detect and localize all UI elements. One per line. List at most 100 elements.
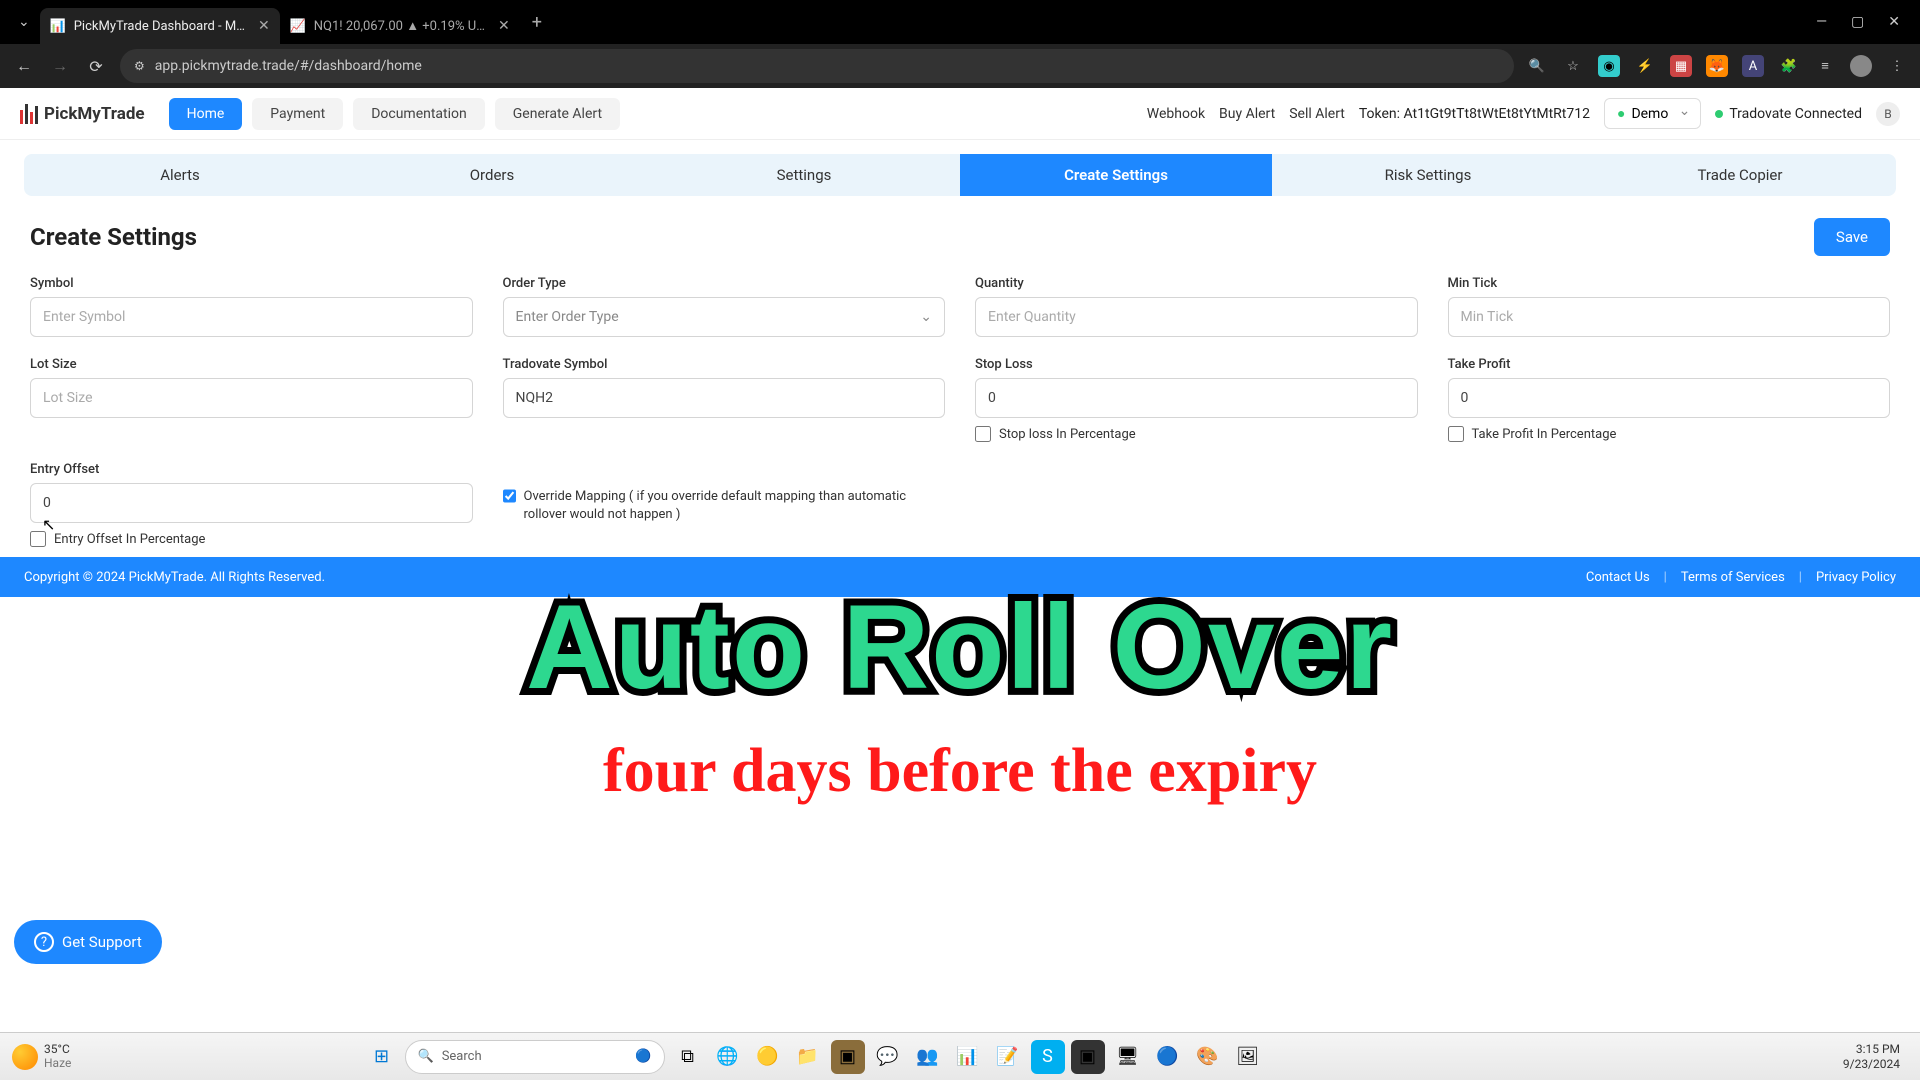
- take-profit-percent-checkbox[interactable]: [1448, 426, 1464, 442]
- app-icon[interactable]: 👥: [911, 1040, 945, 1074]
- app-icon[interactable]: 🌐: [711, 1040, 745, 1074]
- connection-status: Tradovate Connected: [1715, 106, 1862, 122]
- buy-alert-link[interactable]: Buy Alert: [1219, 106, 1275, 122]
- entry-offset-percent-label: Entry Offset In Percentage: [54, 532, 205, 547]
- tradovate-symbol-input[interactable]: [503, 378, 946, 418]
- extension-icon[interactable]: A: [1742, 55, 1764, 77]
- app-icon[interactable]: 🟡: [751, 1040, 785, 1074]
- order-type-select[interactable]: Enter Order Type ⌄: [503, 297, 946, 337]
- label-min-tick: Min Tick: [1448, 276, 1891, 291]
- app-icon[interactable]: 🔵: [1151, 1040, 1185, 1074]
- app-icon[interactable]: ▣: [1071, 1040, 1105, 1074]
- app-icon[interactable]: 🖼: [1231, 1040, 1265, 1074]
- reading-list-icon[interactable]: ≡: [1814, 55, 1836, 77]
- override-mapping-checkbox[interactable]: [503, 488, 516, 504]
- maximize-icon[interactable]: ▢: [1851, 14, 1864, 30]
- stop-loss-input[interactable]: [975, 378, 1418, 418]
- weather-widget[interactable]: 35°C Haze: [12, 1043, 71, 1069]
- entry-offset-percent-checkbox[interactable]: [30, 531, 46, 547]
- site-info-icon[interactable]: ⚙: [134, 59, 145, 73]
- sell-alert-link[interactable]: Sell Alert: [1289, 106, 1345, 122]
- back-icon[interactable]: ←: [12, 56, 36, 76]
- new-tab-button[interactable]: +: [520, 12, 554, 33]
- clock-date: 9/23/2024: [1843, 1057, 1900, 1071]
- extension-icon[interactable]: ⚡: [1634, 55, 1656, 77]
- menu-icon[interactable]: ⋮: [1886, 55, 1908, 77]
- tab-orders[interactable]: Orders: [336, 154, 648, 196]
- nav-payment[interactable]: Payment: [252, 98, 343, 130]
- nav-documentation[interactable]: Documentation: [353, 98, 485, 130]
- address-bar[interactable]: ⚙ app.pickmytrade.trade/#/dashboard/home: [120, 49, 1514, 83]
- webhook-link[interactable]: Webhook: [1147, 106, 1205, 122]
- tab-trade-copier[interactable]: Trade Copier: [1584, 154, 1896, 196]
- zoom-icon[interactable]: 🔍: [1526, 55, 1548, 77]
- tab-title: NQ1! 20,067.00 ▲ +0.19% Unn: [314, 18, 490, 34]
- task-view-icon[interactable]: ⧉: [671, 1040, 705, 1074]
- extension-icon[interactable]: 🦊: [1706, 55, 1728, 77]
- close-icon[interactable]: ✕: [258, 18, 270, 34]
- windows-taskbar: 35°C Haze ⊞ 🔍 Search 🔵 ⧉ 🌐 🟡 📁 ▣ 💬 👥 📊 📝…: [0, 1032, 1920, 1080]
- symbol-input[interactable]: [30, 297, 473, 337]
- search-orb-icon: 🔵: [635, 1049, 651, 1064]
- system-clock[interactable]: 3:15 PM 9/23/2024: [1843, 1042, 1908, 1071]
- account-select[interactable]: ●Demo: [1604, 98, 1701, 129]
- save-button[interactable]: Save: [1814, 218, 1890, 256]
- contact-link[interactable]: Contact Us: [1586, 570, 1650, 585]
- header-right: Webhook Buy Alert Sell Alert Token: At1t…: [1147, 98, 1900, 129]
- tab-alerts[interactable]: Alerts: [24, 154, 336, 196]
- extension-icon[interactable]: ▦: [1670, 55, 1692, 77]
- get-support-button[interactable]: ? Get Support: [14, 920, 162, 964]
- app-icon[interactable]: ▣: [831, 1040, 865, 1074]
- take-profit-input[interactable]: [1448, 378, 1891, 418]
- lot-size-input[interactable]: [30, 378, 473, 418]
- minimize-icon[interactable]: —: [1816, 14, 1827, 30]
- app-icon[interactable]: 🖥: [1111, 1040, 1145, 1074]
- min-tick-input[interactable]: [1448, 297, 1891, 337]
- app-icon[interactable]: 📁: [791, 1040, 825, 1074]
- overlay-line1: Auto Roll Over: [526, 578, 1394, 716]
- extensions-menu-icon[interactable]: 🧩: [1778, 55, 1800, 77]
- reload-icon[interactable]: ⟳: [84, 57, 108, 76]
- tabs-dropdown-icon[interactable]: ⌄: [8, 14, 40, 30]
- terms-link[interactable]: Terms of Services: [1681, 570, 1785, 585]
- overlay-caption: Auto Roll Over four days before the expi…: [526, 578, 1394, 807]
- quantity-input[interactable]: [975, 297, 1418, 337]
- extension-icon[interactable]: ◉: [1598, 55, 1620, 77]
- label-order-type: Order Type: [503, 276, 946, 291]
- tab-create-settings[interactable]: Create Settings: [960, 154, 1272, 196]
- close-icon[interactable]: ✕: [498, 18, 510, 34]
- brand-logo[interactable]: PickMyTrade: [20, 104, 145, 124]
- app-icon[interactable]: 🎨: [1191, 1040, 1225, 1074]
- token-display: Token: At1tGt9tTt8tWtEt8tYtMtRt712: [1359, 106, 1590, 122]
- forward-icon[interactable]: →: [48, 56, 72, 76]
- stop-loss-percent-checkbox[interactable]: [975, 426, 991, 442]
- taskbar-search[interactable]: 🔍 Search 🔵: [405, 1040, 665, 1074]
- label-lot-size: Lot Size: [30, 357, 473, 372]
- app-icon[interactable]: 💬: [871, 1040, 905, 1074]
- taskbar-center: ⊞ 🔍 Search 🔵 ⧉ 🌐 🟡 📁 ▣ 💬 👥 📊 📝 S ▣ 🖥 🔵 🎨…: [365, 1040, 1265, 1074]
- app-icon[interactable]: 📝: [991, 1040, 1025, 1074]
- condition: Haze: [44, 1057, 71, 1070]
- field-lot-size: Lot Size: [30, 357, 473, 418]
- label-quantity: Quantity: [975, 276, 1418, 291]
- app-icon[interactable]: 📊: [951, 1040, 985, 1074]
- nav-home[interactable]: Home: [169, 98, 243, 130]
- app-icon[interactable]: S: [1031, 1040, 1065, 1074]
- profile-avatar[interactable]: [1850, 55, 1872, 77]
- privacy-link[interactable]: Privacy Policy: [1816, 570, 1896, 585]
- start-icon[interactable]: ⊞: [365, 1040, 399, 1074]
- nav-generate-alert[interactable]: Generate Alert: [495, 98, 620, 130]
- tab-settings[interactable]: Settings: [648, 154, 960, 196]
- user-avatar[interactable]: B: [1876, 102, 1900, 126]
- entry-offset-input[interactable]: [30, 483, 473, 523]
- close-window-icon[interactable]: ✕: [1888, 14, 1900, 30]
- label-take-profit: Take Profit: [1448, 357, 1891, 372]
- bookmark-icon[interactable]: ☆: [1562, 55, 1584, 77]
- toolbar-actions: 🔍 ☆ ◉ ⚡ ▦ 🦊 A 🧩 ≡ ⋮: [1526, 55, 1908, 77]
- status-dot-icon: [1715, 110, 1723, 118]
- tab-title: PickMyTrade Dashboard - Man: [74, 19, 250, 34]
- app-viewport: PickMyTrade Home Payment Documentation G…: [0, 88, 1920, 1032]
- browser-tab-active[interactable]: 📊 PickMyTrade Dashboard - Man ✕: [40, 8, 280, 44]
- browser-tab[interactable]: 📈 NQ1! 20,067.00 ▲ +0.19% Unn ✕: [280, 8, 520, 44]
- tab-risk-settings[interactable]: Risk Settings: [1272, 154, 1584, 196]
